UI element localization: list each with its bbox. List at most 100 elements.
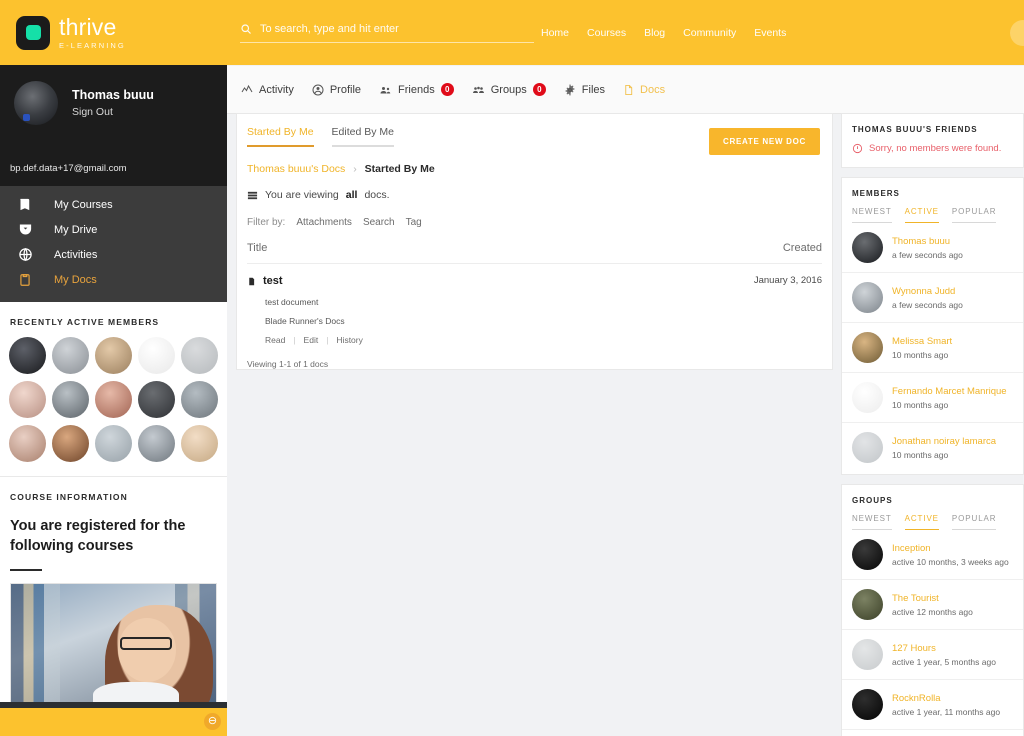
group-avatar[interactable]	[852, 689, 883, 720]
list-item[interactable]: Wynonna Judd a few seconds ago	[842, 273, 1023, 323]
avatar[interactable]	[95, 425, 132, 462]
list-item[interactable]: Inception active 10 months, 3 weeks ago	[842, 530, 1023, 580]
create-new-doc-button[interactable]: CREATE NEW DOC	[709, 128, 820, 155]
sign-out-link[interactable]: Sign Out	[72, 106, 154, 118]
member-name[interactable]: Thomas buuu	[892, 236, 963, 247]
doc-action-edit[interactable]: Edit	[304, 335, 319, 345]
doc-title-cell[interactable]: test	[247, 275, 283, 287]
avatar[interactable]	[852, 282, 883, 313]
member-name[interactable]: Fernando Marcet Manrique	[892, 386, 1007, 397]
alert-circle-icon	[852, 143, 863, 154]
members-tab-popular[interactable]: POPULAR	[951, 207, 997, 223]
doc-action-read[interactable]: Read	[265, 335, 285, 345]
left-sidebar: thrive E-LEARNING Thomas buuu Sign Out b…	[0, 0, 227, 736]
list-view-icon	[247, 190, 258, 201]
avatar[interactable]	[9, 381, 46, 418]
avatar[interactable]	[181, 337, 218, 374]
column-header-title: Title	[247, 242, 268, 254]
sidebar-item-activities[interactable]: Activities	[0, 242, 227, 267]
doc-group[interactable]: Blade Runner's Docs	[247, 307, 822, 326]
list-item[interactable]: The Tourist active 12 months ago	[842, 580, 1023, 630]
subtab-edited-by-me[interactable]: Edited By Me	[331, 126, 394, 147]
avatar[interactable]	[52, 337, 89, 374]
tab-friends[interactable]: Friends 0	[379, 83, 454, 96]
search-box[interactable]	[240, 22, 534, 43]
avatar[interactable]	[138, 381, 175, 418]
search-input[interactable]	[260, 22, 534, 35]
sidebar-item-label: My Drive	[54, 223, 98, 236]
filter-tag[interactable]: Tag	[406, 217, 422, 228]
user-avatar[interactable]	[14, 81, 58, 125]
filter-attachments[interactable]: Attachments	[296, 217, 352, 228]
group-name[interactable]: 127 Hours	[892, 643, 996, 654]
list-item[interactable]: RocknRolla active 1 year, 11 months ago	[842, 680, 1023, 730]
group-activity-time: active 1 year, 11 months ago	[892, 706, 1001, 717]
subtab-started-by-me[interactable]: Started By Me	[247, 126, 314, 147]
avatar[interactable]	[852, 432, 883, 463]
list-item[interactable]: Fernando Marcet Manrique 10 months ago	[842, 373, 1023, 423]
nav-link-courses[interactable]: Courses	[587, 27, 626, 39]
avatar[interactable]	[52, 381, 89, 418]
viewing-suffix: docs.	[364, 189, 390, 201]
minus-circle-icon[interactable]: ⊖	[204, 713, 221, 730]
tab-label: Files	[581, 83, 606, 96]
avatar[interactable]	[9, 337, 46, 374]
doc-created-date: January 3, 2016	[753, 275, 822, 286]
docs-table: Title Created test January 3, 2016 test …	[247, 242, 822, 345]
brand-header[interactable]: thrive E-LEARNING	[0, 0, 227, 65]
group-name[interactable]: Inception	[892, 543, 1009, 554]
sidebar-item-my-docs[interactable]: My Docs	[0, 267, 227, 292]
group-avatar[interactable]	[852, 639, 883, 670]
group-name[interactable]: RocknRolla	[892, 693, 1000, 704]
avatar[interactable]	[852, 232, 883, 263]
avatar[interactable]	[181, 425, 218, 462]
avatar[interactable]	[138, 337, 175, 374]
tab-groups[interactable]: Groups 0	[472, 83, 546, 96]
list-item[interactable]: Jonathan noiray lamarca 10 months ago	[842, 423, 1023, 472]
sidebar-item-label: My Docs	[54, 273, 97, 286]
notice-text: Sorry, no members were found.	[869, 143, 1002, 154]
groups-tab-active[interactable]: ACTIVE	[904, 514, 939, 530]
avatar[interactable]	[9, 425, 46, 462]
nav-link-blog[interactable]: Blog	[644, 27, 665, 39]
member-name[interactable]: Jonathan noiray lamarca	[892, 436, 996, 447]
brand-name: thrive	[59, 13, 117, 40]
groups-panel-title: GROUPS	[852, 496, 893, 505]
avatar[interactable]	[181, 381, 218, 418]
tab-files[interactable]: Files	[564, 84, 605, 96]
sidebar-item-my-courses[interactable]: My Courses	[0, 192, 227, 217]
list-item[interactable]: 127 Hours active 1 year, 5 months ago	[842, 630, 1023, 680]
nav-link-events[interactable]: Events	[754, 27, 786, 39]
avatar[interactable]	[852, 382, 883, 413]
group-name[interactable]: The Tourist	[892, 593, 973, 604]
group-avatar[interactable]	[852, 589, 883, 620]
avatar[interactable]	[52, 425, 89, 462]
account-circle-icon[interactable]	[1010, 20, 1024, 46]
list-item[interactable]: Blade Runner active 2 years ago	[842, 730, 1023, 736]
groups-tab-popular[interactable]: POPULAR	[951, 514, 997, 530]
sidebar-item-my-drive[interactable]: My Drive	[0, 217, 227, 242]
doc-description: test document	[265, 297, 319, 307]
members-tab-active[interactable]: ACTIVE	[904, 207, 939, 223]
member-name[interactable]: Melissa Smart	[892, 336, 952, 347]
avatar[interactable]	[95, 381, 132, 418]
tab-profile[interactable]: Profile	[312, 84, 361, 96]
filter-search[interactable]: Search	[363, 217, 395, 228]
list-item[interactable]: Thomas buuu a few seconds ago	[842, 223, 1023, 273]
tab-docs[interactable]: Docs	[623, 84, 665, 96]
members-tab-newest[interactable]: NEWEST	[852, 207, 892, 223]
breadcrumb-link[interactable]: Thomas buuu's Docs	[247, 163, 345, 175]
avatar[interactable]	[95, 337, 132, 374]
nav-link-community[interactable]: Community	[683, 27, 736, 39]
group-avatar[interactable]	[852, 539, 883, 570]
member-activity-time: a few seconds ago	[892, 249, 963, 260]
avatar[interactable]	[138, 425, 175, 462]
member-name[interactable]: Wynonna Judd	[892, 286, 963, 297]
groups-tab-newest[interactable]: NEWEST	[852, 514, 892, 530]
tab-activity[interactable]: Activity	[241, 84, 294, 96]
doc-action-history[interactable]: History	[336, 335, 362, 345]
avatar[interactable]	[852, 332, 883, 363]
recent-members-grid	[0, 337, 227, 476]
list-item[interactable]: Melissa Smart 10 months ago	[842, 323, 1023, 373]
nav-link-home[interactable]: Home	[541, 27, 569, 39]
